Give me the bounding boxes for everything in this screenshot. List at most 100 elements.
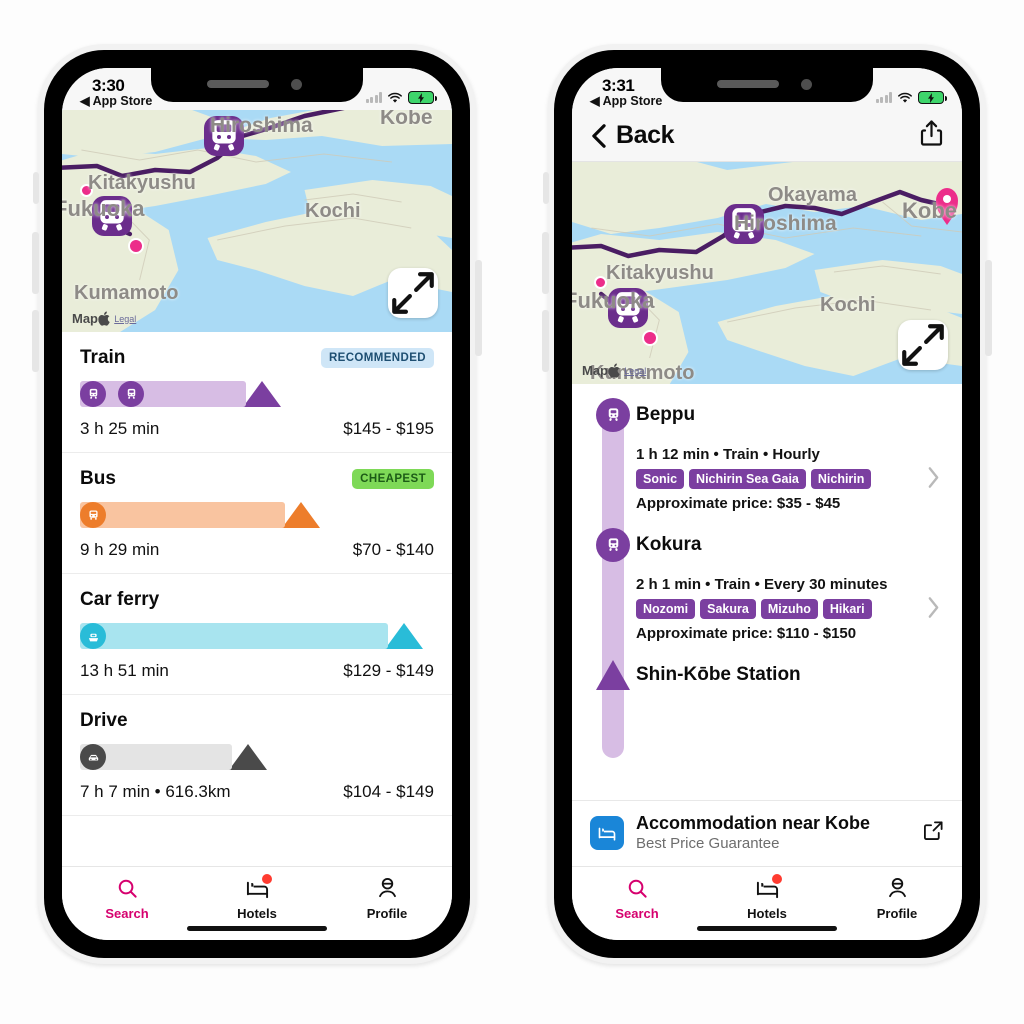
tab-hotels[interactable]: Hotels xyxy=(702,874,832,921)
option-row-car-ferry[interactable]: Car ferry 13 h 51 min $129 - $149 xyxy=(62,574,452,695)
wifi-icon xyxy=(898,92,912,103)
tab-label: Search xyxy=(105,906,149,921)
apple-maps-attribution: Maps xyxy=(72,311,110,326)
notch xyxy=(151,68,363,102)
option-duration: 13 h 51 min xyxy=(80,661,169,680)
volume-down-button[interactable] xyxy=(32,310,39,372)
tab-label: Profile xyxy=(366,906,408,921)
train-icon xyxy=(100,200,124,231)
status-back-to-app-store[interactable]: ◀ App Store xyxy=(590,94,662,108)
map-pin-fukuoka[interactable] xyxy=(608,288,648,328)
apple-maps-attribution: Maps xyxy=(582,363,620,378)
battery-charging-icon xyxy=(918,91,947,104)
home-indicator[interactable] xyxy=(187,926,327,931)
option-bar-arrow xyxy=(243,381,282,407)
tab-label: Hotels xyxy=(237,906,277,921)
bed-icon xyxy=(242,874,272,901)
share-button[interactable] xyxy=(919,119,944,152)
tab-label: Profile xyxy=(876,906,918,921)
option-row-drive[interactable]: Drive 7 h 7 min • 616.3km $104 - $149 xyxy=(62,695,452,816)
expand-map-button[interactable] xyxy=(898,320,948,370)
train-icon xyxy=(616,292,640,323)
map-pin-hiroshima[interactable] xyxy=(724,204,764,244)
map-attribution: Maps Legal xyxy=(582,363,646,378)
option-price: $104 - $149 xyxy=(343,782,434,801)
search-icon xyxy=(622,875,652,901)
mute-switch[interactable] xyxy=(33,172,39,204)
volume-down-button[interactable] xyxy=(542,310,549,372)
chevron-right-icon xyxy=(927,597,940,624)
power-button[interactable] xyxy=(475,260,482,356)
route-map[interactable]: Hiroshima Kobe Kitakyushu Fukuoka Kochi … xyxy=(62,110,452,332)
map-pin-fukuoka[interactable] xyxy=(92,196,132,236)
service-tag: Hikari xyxy=(822,599,872,619)
expand-map-button[interactable] xyxy=(388,268,438,318)
volume-up-button[interactable] xyxy=(32,232,39,294)
tab-hotels[interactable]: Hotels xyxy=(192,874,322,921)
map-dot-origin xyxy=(80,184,93,197)
option-duration: 9 h 29 min xyxy=(80,540,160,559)
service-tag: Mizuho xyxy=(760,599,818,619)
option-title: Bus xyxy=(80,468,116,489)
itinerary-list: Beppu 1 h 12 min • Train • Hourly Sonic … xyxy=(572,384,962,800)
map-attribution: Maps Legal xyxy=(72,311,136,326)
left-phone-mockup: 3:30 ◀ App Store Hiroshima Kobe Kitakyus… xyxy=(32,44,482,964)
apple-logo-icon xyxy=(98,311,110,326)
itinerary-leg-1[interactable]: 1 h 12 min • Train • Hourly Sonic Nichir… xyxy=(572,432,962,528)
status-time: 3:31 xyxy=(602,75,635,95)
back-button-label: Back xyxy=(616,121,675,149)
option-title: Car ferry xyxy=(80,589,160,610)
power-button[interactable] xyxy=(985,260,992,356)
option-price: $70 - $140 xyxy=(352,540,434,559)
train-icon xyxy=(118,381,144,407)
leg-summary: 1 h 12 min • Train • Hourly xyxy=(636,446,820,463)
option-price: $145 - $195 xyxy=(343,419,434,438)
expand-arrows-icon xyxy=(902,324,944,366)
tab-profile[interactable]: Profile xyxy=(322,875,452,921)
chevron-left-icon xyxy=(592,123,606,148)
itinerary-station-kokura: Kokura xyxy=(572,528,962,562)
wifi-icon xyxy=(388,92,402,103)
cellular-bars-icon xyxy=(875,92,892,103)
itinerary-leg-2[interactable]: 2 h 1 min • Train • Every 30 minutes Noz… xyxy=(572,562,962,658)
status-badge-recommended: RECOMMENDED xyxy=(320,348,434,368)
mute-switch[interactable] xyxy=(543,172,549,204)
terminus-name: Shin-Kōbe Station xyxy=(636,664,801,685)
service-tag: Sakura xyxy=(700,599,756,619)
service-tag: Nichirin Sea Gaia xyxy=(689,469,806,489)
home-indicator[interactable] xyxy=(697,926,837,931)
service-tag: Sonic xyxy=(636,469,685,489)
tab-label: Hotels xyxy=(747,906,787,921)
notch xyxy=(661,68,873,102)
back-button[interactable]: Back xyxy=(590,121,675,150)
status-back-to-app-store[interactable]: ◀ App Store xyxy=(80,94,152,108)
search-icon xyxy=(112,875,142,901)
tab-profile[interactable]: Profile xyxy=(832,875,962,921)
map-pin-hiroshima[interactable] xyxy=(204,116,244,156)
accommodation-promo[interactable]: Accommodation near Kobe Best Price Guara… xyxy=(572,800,962,866)
front-camera xyxy=(801,79,812,90)
share-icon xyxy=(920,120,943,146)
promo-title: Accommodation near Kobe xyxy=(636,813,871,833)
train-icon xyxy=(212,120,236,151)
bed-icon xyxy=(752,874,782,901)
train-icon xyxy=(732,208,756,239)
option-duration: 3 h 25 min xyxy=(80,419,160,438)
phone-bezel: 3:30 ◀ App Store Hiroshima Kobe Kitakyus… xyxy=(44,50,470,958)
volume-up-button[interactable] xyxy=(542,232,549,294)
route-map[interactable]: Okayama Hiroshima Kobe Kitakyushu Fukuok… xyxy=(572,162,962,384)
option-row-bus[interactable]: Bus CHEAPEST 9 h 29 min $70 - $140 xyxy=(62,453,452,574)
earpiece-speaker xyxy=(207,80,269,88)
transport-options-list: Train RECOMMENDED 3 h 25 min $145 - $195… xyxy=(62,332,452,866)
terminus-arrow xyxy=(596,660,630,690)
train-icon xyxy=(596,398,630,432)
tab-search[interactable]: Search xyxy=(62,875,192,921)
option-row-train[interactable]: Train RECOMMENDED 3 h 25 min $145 - $195 xyxy=(62,332,452,453)
navigation-bar: Back xyxy=(572,110,962,162)
external-link-icon[interactable] xyxy=(923,820,944,846)
leg-service-tags: Sonic Nichirin Sea Gaia Nichirin xyxy=(636,469,946,489)
chevron-right-icon xyxy=(927,467,940,494)
right-phone-mockup: 3:31 ◀ App Store Back Okayama Hiroshima … xyxy=(542,44,992,964)
tab-search[interactable]: Search xyxy=(572,875,702,921)
option-progress-bar xyxy=(80,744,434,770)
